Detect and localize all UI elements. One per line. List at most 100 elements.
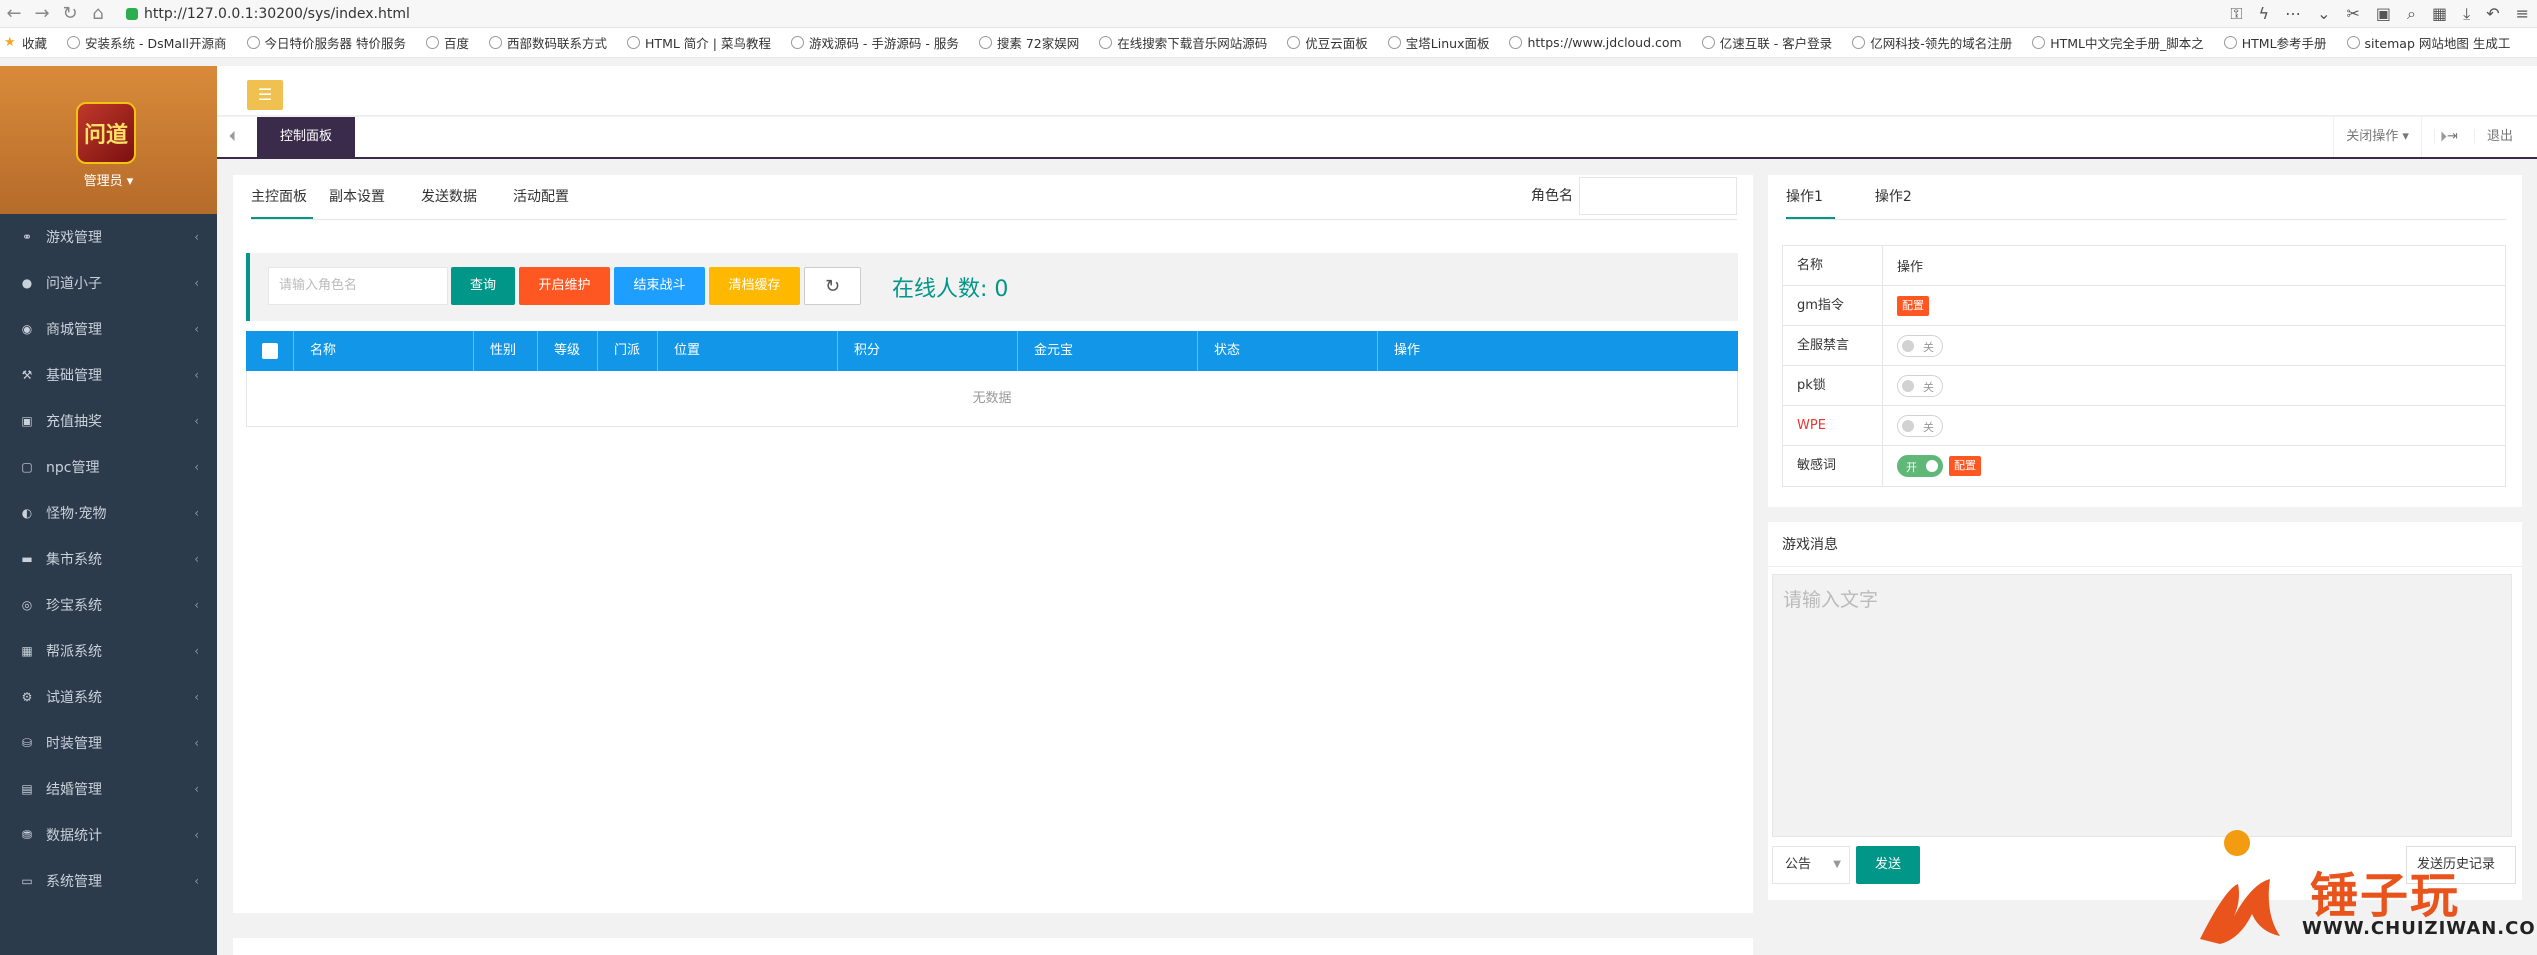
sidebar-item[interactable]: ▦ 帮派系统 ‹ bbox=[0, 628, 217, 674]
forward-arrow-icon[interactable]: → bbox=[28, 3, 56, 24]
search-icon[interactable]: ⌕ bbox=[2407, 4, 2416, 24]
end-battle-button[interactable]: 结束战斗 bbox=[614, 267, 705, 305]
sidebar-item[interactable]: ⛁ 时装管理 ‹ bbox=[0, 720, 217, 766]
config-button[interactable]: 配置 bbox=[1949, 456, 1981, 476]
toggle-switch[interactable]: 关 bbox=[1897, 334, 1943, 357]
sidebar-item[interactable]: ⚭ 游戏管理 ‹ bbox=[0, 214, 217, 260]
toggle-switch[interactable]: 开 bbox=[1897, 455, 1943, 477]
send-button[interactable]: 发送 bbox=[1856, 846, 1920, 884]
sidebar-item[interactable]: ▤ 结婚管理 ‹ bbox=[0, 766, 217, 812]
bookmark-item[interactable]: HTML中文完全手册_脚本之 bbox=[2032, 33, 2204, 52]
close-ops-dropdown[interactable]: 关闭操作 ▾ bbox=[2333, 117, 2421, 157]
logout-icon: ⇥ bbox=[2433, 129, 2474, 144]
back-arrow-icon[interactable]: ← bbox=[0, 3, 28, 24]
clear-cache-button[interactable]: 清档缓存 bbox=[709, 267, 800, 305]
download-icon[interactable]: ⤓ bbox=[2463, 4, 2470, 24]
bookmark-item[interactable]: sitemap 网站地图 生成工 bbox=[2346, 33, 2510, 52]
bookmark-item[interactable]: 百度 bbox=[426, 33, 469, 52]
bookmark-item[interactable]: 安装系统 - DsMall开源商 bbox=[67, 33, 227, 52]
column-header: 状态 bbox=[1198, 331, 1378, 371]
chevron-left-icon: ‹ bbox=[194, 276, 199, 290]
operations-row: WPE 关 bbox=[1783, 405, 2505, 446]
sidebar-item-label: 基础管理 bbox=[46, 368, 102, 384]
undo-icon[interactable]: ↶ bbox=[2486, 4, 2499, 24]
logout-button[interactable]: ⇥ 退出 bbox=[2420, 117, 2537, 157]
config-button[interactable]: 配置 bbox=[1897, 295, 1929, 316]
select-all-checkbox[interactable] bbox=[262, 342, 278, 359]
main-control-panel: 主控面板 副本设置 发送数据 活动配置 角色名 请输入角色名 查询 开启维护 结束战斗… bbox=[233, 175, 1753, 913]
bookmark-item[interactable]: 亿网科技-领先的域名注册 bbox=[1852, 33, 2012, 52]
bookmark-item[interactable]: HTML参考手册 bbox=[2223, 33, 2327, 52]
operations-tab[interactable]: 操作1 bbox=[1786, 175, 1835, 219]
operations-tab[interactable]: 操作2 bbox=[1875, 175, 1912, 219]
game-logo[interactable]: 问道 bbox=[76, 102, 136, 164]
main-tabs: 主控面板 副本设置 发送数据 活动配置 bbox=[251, 175, 605, 219]
bookmark-item[interactable]: 宝塔Linux面板 bbox=[1387, 33, 1490, 52]
bookmark-item[interactable]: ★ 收藏 bbox=[4, 33, 47, 52]
hamburger-menu-icon[interactable]: ☰ bbox=[247, 80, 283, 110]
reload-icon[interactable]: ↻ bbox=[56, 3, 84, 24]
sidebar-item[interactable]: ◐ 怪物·宠物 ‹ bbox=[0, 490, 217, 536]
toggle-switch[interactable]: 关 bbox=[1897, 414, 1943, 437]
column-header: 金元宝 bbox=[1018, 331, 1198, 371]
maintenance-button[interactable]: 开启维护 bbox=[519, 267, 610, 305]
message-textarea[interactable]: 请输入文字 bbox=[1772, 574, 2512, 837]
query-button[interactable]: 查询 bbox=[451, 267, 515, 305]
sidebar-item[interactable]: ◎ 珍宝系统 ‹ bbox=[0, 582, 217, 628]
bookmark-item[interactable]: 在线搜索下载音乐网站源码 bbox=[1099, 33, 1267, 52]
menu-icon[interactable]: ≡ bbox=[2516, 4, 2529, 24]
chevron-down-icon[interactable]: ⌄ bbox=[2317, 4, 2330, 24]
sidebar-item[interactable]: ⛃ 数据统计 ‹ bbox=[0, 812, 217, 858]
sidebar-item[interactable]: ● 问道小子 ‹ bbox=[0, 260, 217, 306]
main-tab[interactable]: 活动配置 bbox=[513, 175, 589, 219]
column-header: 积分 bbox=[838, 331, 1018, 371]
sidebar-item[interactable]: ▢ npc管理 ‹ bbox=[0, 444, 217, 490]
extension-icon[interactable]: ▣ bbox=[2376, 4, 2391, 24]
site-icon bbox=[978, 36, 992, 49]
sidebar-item[interactable]: ⚙ 试道系统 ‹ bbox=[0, 674, 217, 720]
refresh-icon[interactable]: ↻ bbox=[804, 267, 861, 305]
cloud-icon bbox=[246, 36, 260, 49]
sidebar-item[interactable]: ▬ 集市系统 ‹ bbox=[0, 536, 217, 582]
url-text[interactable]: http://127.0.0.1:30200/sys/index.html bbox=[144, 6, 410, 22]
bookmark-item[interactable]: https://www.jdcloud.com bbox=[1509, 35, 1682, 50]
tab-scroll-left-icon[interactable]: ⏴ bbox=[229, 129, 236, 145]
grid-icon[interactable]: ▦ bbox=[2432, 4, 2447, 24]
main-tab[interactable]: 主控面板 bbox=[251, 175, 313, 219]
column-header: 名称 bbox=[294, 331, 474, 371]
bookmark-item[interactable]: 今日特价服务器 特价服务 bbox=[246, 33, 406, 52]
tab-control-panel[interactable]: 控制面板 bbox=[257, 117, 355, 157]
bookmark-item[interactable]: HTML 简介 | 菜鸟教程 bbox=[627, 33, 771, 52]
message-type-select[interactable]: 公告 ▼ bbox=[1772, 846, 1850, 884]
logout-label: 退出 bbox=[2473, 129, 2525, 144]
main-tab[interactable]: 副本设置 bbox=[329, 175, 405, 219]
globe-icon bbox=[67, 36, 81, 49]
chevron-left-icon: ‹ bbox=[194, 782, 199, 796]
more-icon[interactable]: ⋯ bbox=[2285, 4, 2301, 24]
bookmark-item[interactable]: 搜素 72家娱网 bbox=[978, 33, 1079, 52]
key-icon[interactable]: ⚿ bbox=[2230, 4, 2242, 24]
bookmark-item[interactable]: 优豆云面板 bbox=[1287, 33, 1368, 52]
toggle-switch[interactable]: 关 bbox=[1897, 374, 1943, 397]
bookmark-item[interactable]: 游戏源码 - 手游源码 - 服务 bbox=[790, 33, 959, 52]
main-tab[interactable]: 发送数据 bbox=[421, 175, 497, 219]
role-name-input[interactable] bbox=[1579, 177, 1737, 215]
role-search-input[interactable]: 请输入角色名 bbox=[268, 267, 448, 305]
watermark-swoosh-icon bbox=[2200, 879, 2280, 944]
url-field[interactable]: http://127.0.0.1:30200/sys/index.html bbox=[126, 6, 410, 22]
watermark-dot bbox=[2224, 830, 2250, 856]
cut-icon[interactable]: ✂ bbox=[2346, 4, 2359, 24]
chevron-left-icon: ‹ bbox=[194, 230, 199, 244]
sidebar-item[interactable]: ◉ 商城管理 ‹ bbox=[0, 306, 217, 352]
sidebar-item[interactable]: ▣ 充值抽奖 ‹ bbox=[0, 398, 217, 444]
home-icon[interactable]: ⌂ bbox=[84, 3, 112, 24]
lightning-icon[interactable]: ϟ bbox=[2259, 4, 2270, 24]
bookmark-item[interactable]: 西部数码联系方式 bbox=[489, 33, 607, 52]
sidebar-item[interactable]: ⚒ 基础管理 ‹ bbox=[0, 352, 217, 398]
bookmark-item[interactable]: 亿速互联 - 客户登录 bbox=[1701, 33, 1832, 52]
bookmark-label: 宝塔Linux面板 bbox=[1405, 36, 1490, 51]
chevron-left-icon: ‹ bbox=[194, 644, 199, 658]
admin-dropdown[interactable]: 管理员 ▾ bbox=[0, 170, 217, 189]
baidu-icon bbox=[426, 36, 439, 49]
sidebar-item[interactable]: ▭ 系统管理 ‹ bbox=[0, 858, 217, 904]
